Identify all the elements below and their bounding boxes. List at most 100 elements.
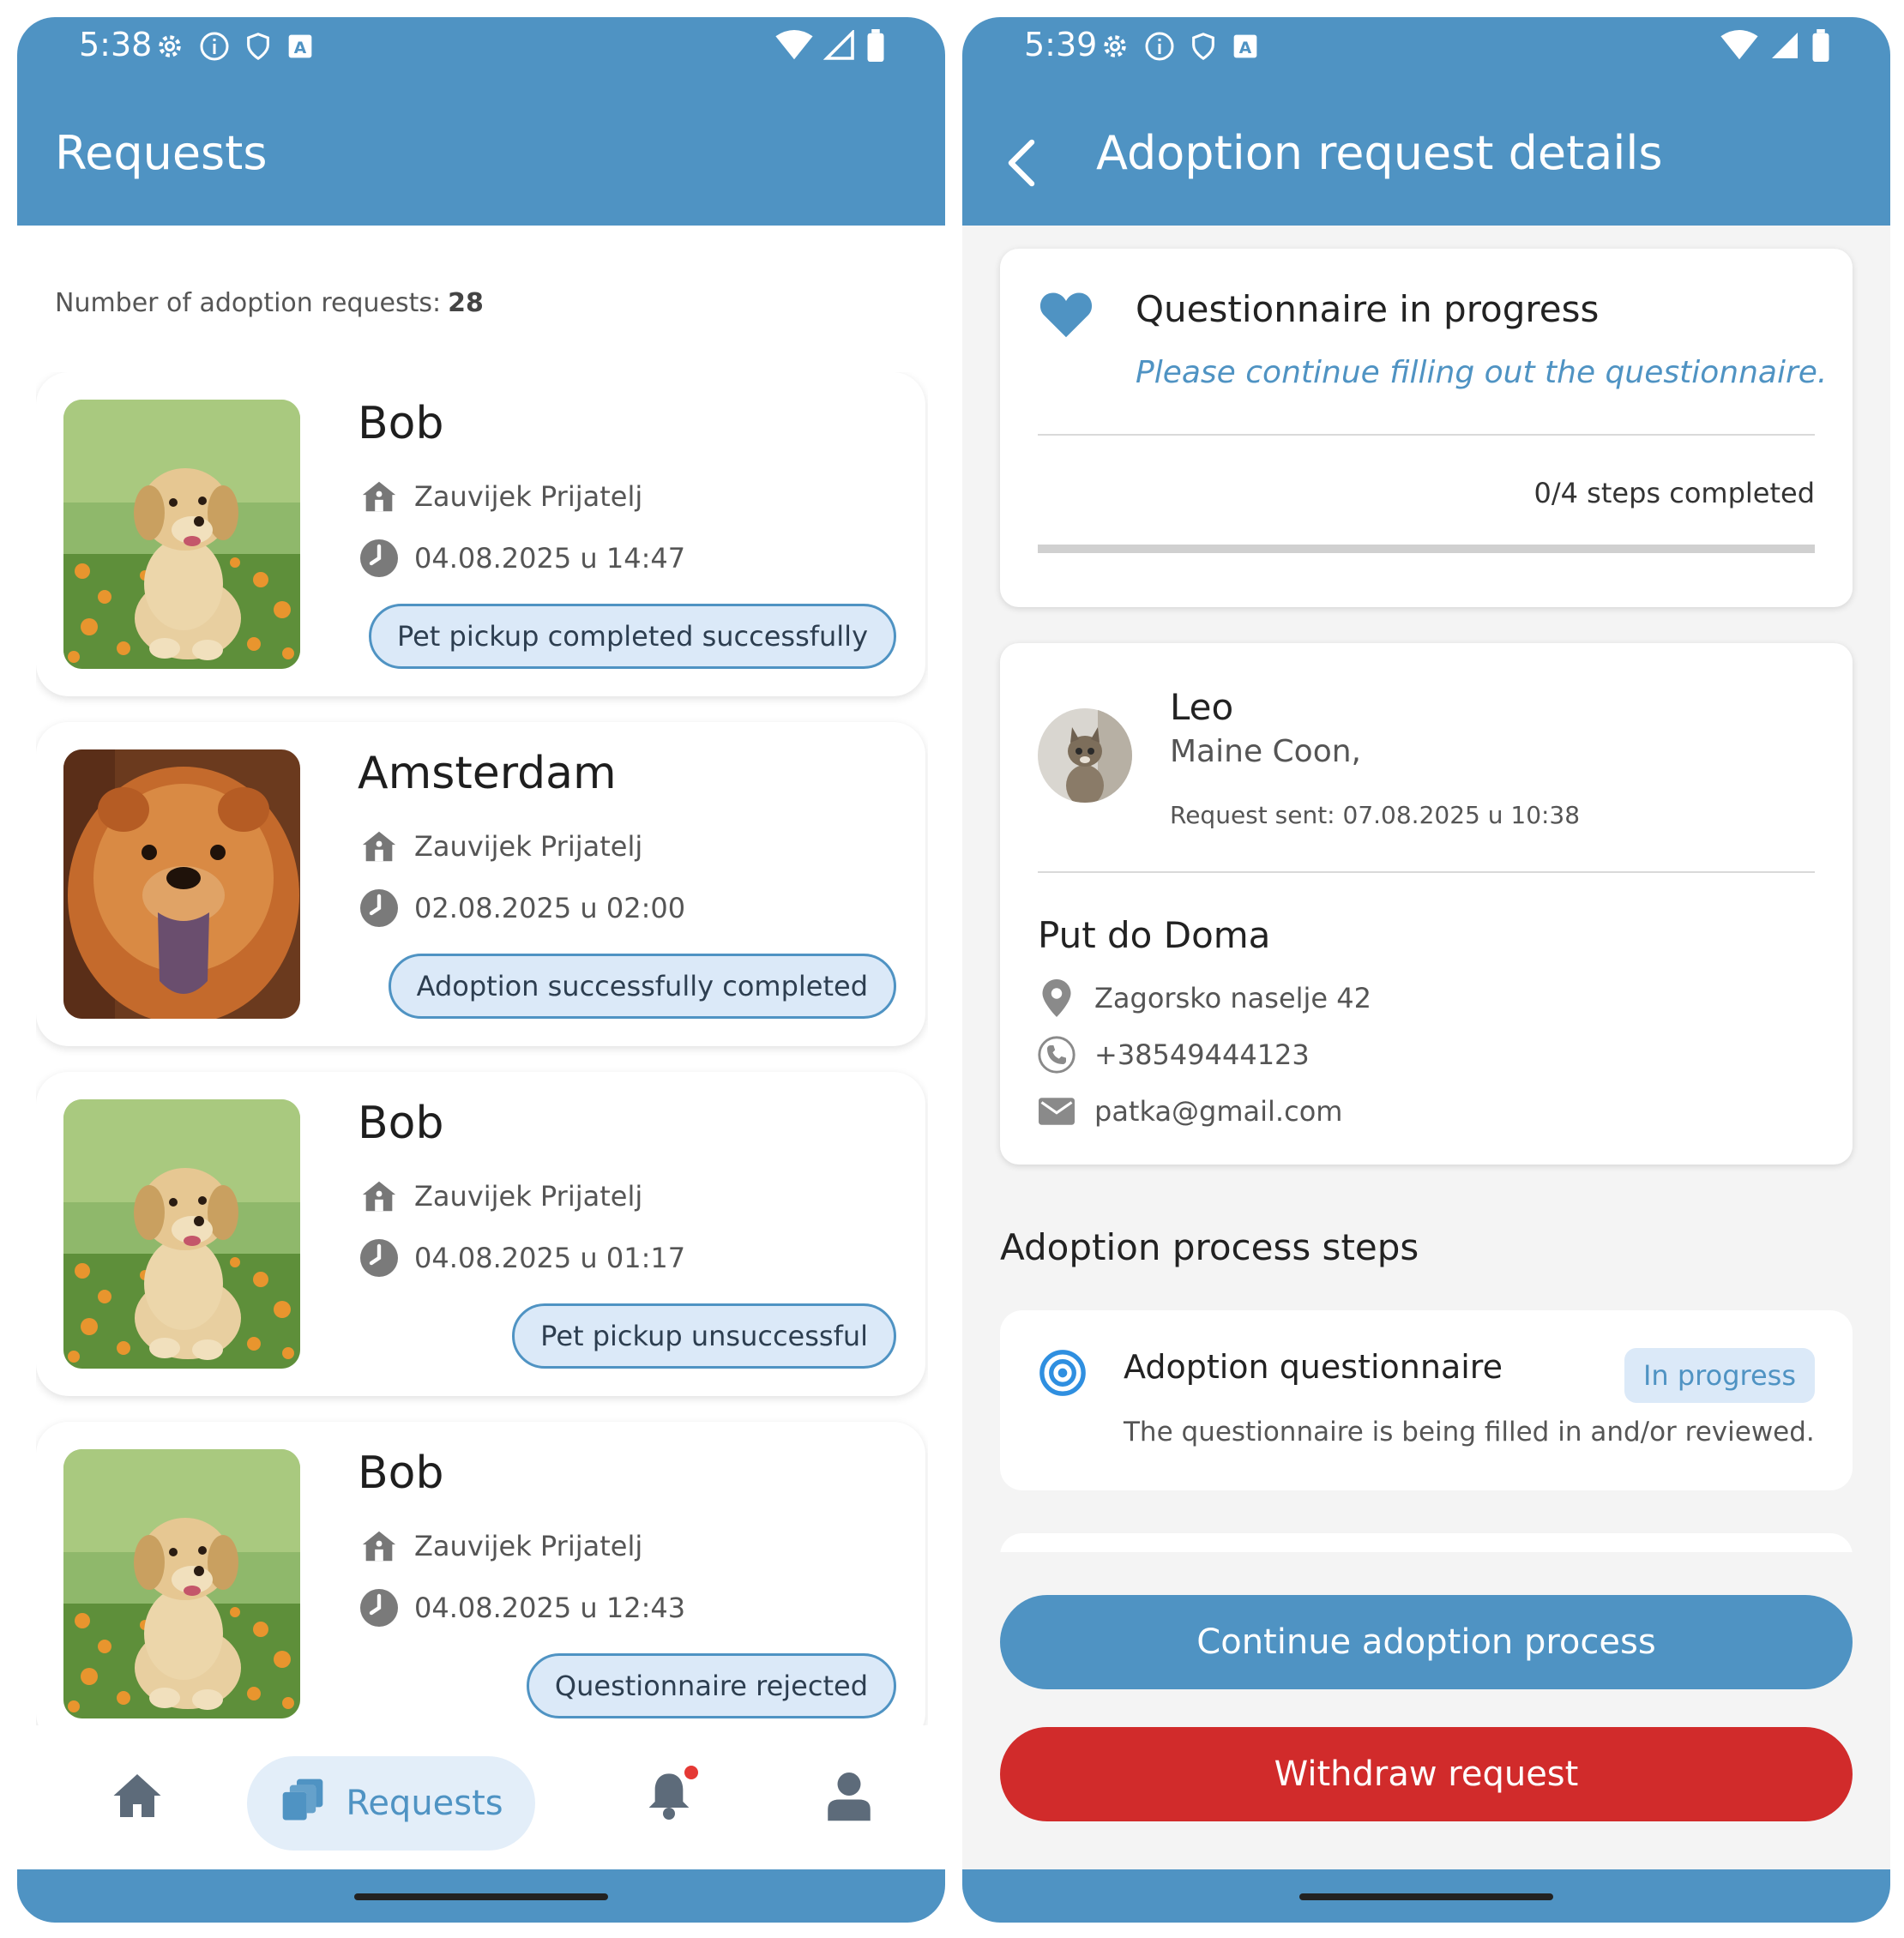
pet-shelter-card: Leo Maine Coon, Request sent: 07.08.2025… <box>1000 643 1853 1165</box>
date-row: 04.08.2025 u 01:17 <box>358 1237 685 1279</box>
step-status-badge: In progress <box>1624 1348 1815 1403</box>
step-description: The questionnaire is being filled in and… <box>1124 1417 1815 1447</box>
pet-name: Bob <box>358 398 444 449</box>
info-icon <box>199 31 230 65</box>
shelter-name: Zauvijek Prijatelj <box>414 1180 643 1213</box>
shelter-name: Zauvijek Prijatelj <box>414 1530 643 1562</box>
svg-text:A: A <box>294 39 307 57</box>
request-card[interactable]: Bob Zauvijek Prijatelj 04.08.2025 u 14:4… <box>36 372 925 696</box>
shelter-row: Zauvijek Prijatelj <box>358 1525 642 1568</box>
page-title: Adoption request details <box>1096 126 1663 180</box>
app-bar: Requests <box>17 90 945 226</box>
settings-icon <box>1100 31 1130 65</box>
pet-photo <box>63 1449 300 1718</box>
request-count-label: Number of adoption requests: <box>55 288 442 318</box>
shelter-house-icon <box>358 1525 401 1568</box>
settings-icon <box>154 31 185 65</box>
pet-name: Leo <box>1170 686 1234 728</box>
shelter-name: Zauvijek Prijatelj <box>414 830 643 863</box>
request-date: 02.08.2025 u 02:00 <box>414 892 686 924</box>
page-title: Requests <box>55 126 268 180</box>
shelter-row: Zauvijek Prijatelj <box>358 825 642 868</box>
battery-icon <box>866 29 885 65</box>
back-arrow-icon[interactable] <box>1007 138 1036 191</box>
request-count-value: 28 <box>448 288 484 318</box>
shelter-address-row: Zagorsko naselje 42 <box>1038 979 1371 1017</box>
clock-icon <box>358 1586 401 1629</box>
request-list[interactable]: Bob Zauvijek Prijatelj 04.08.2025 u 14:4… <box>36 372 928 1740</box>
withdraw-request-button[interactable]: Withdraw request <box>1000 1727 1853 1821</box>
step-title: Adoption questionnaire <box>1124 1348 1503 1386</box>
shelter-phone-row[interactable]: +38549444123 <box>1038 1036 1310 1074</box>
questionnaire-subtitle: Please continue filling out the question… <box>1136 355 1828 390</box>
shelter-email: patka@gmail.com <box>1094 1095 1343 1128</box>
shelter-house-icon <box>358 475 401 518</box>
shelter-address: Zagorsko naselje 42 <box>1094 982 1371 1014</box>
shelter-row: Zauvijek Prijatelj <box>358 475 642 518</box>
person-icon <box>826 1770 872 1825</box>
pet-name: Amsterdam <box>358 748 617 799</box>
clock-icon <box>358 537 401 580</box>
wifi-icon <box>775 30 813 64</box>
wifi-icon <box>1720 30 1758 64</box>
status-time: 5:38 <box>79 26 153 63</box>
status-badge: Adoption successfully completed <box>388 954 896 1019</box>
signal-icon <box>1768 30 1801 64</box>
battery-icon <box>1811 29 1830 65</box>
nav-home[interactable] <box>94 1725 180 1869</box>
svg-text:A: A <box>1239 39 1252 57</box>
keyboard-a-icon: A <box>286 33 314 63</box>
nav-profile[interactable] <box>798 1725 901 1869</box>
request-sent-date: Request sent: 07.08.2025 u 10:38 <box>1170 801 1581 829</box>
request-card[interactable]: Amsterdam Zauvijek Prijatelj 02.08.2025 … <box>36 722 925 1046</box>
continue-adoption-button[interactable]: Continue adoption process <box>1000 1595 1853 1689</box>
app-bar: Adoption request details <box>962 90 1890 226</box>
status-badge: Questionnaire rejected <box>526 1653 896 1718</box>
location-pin-icon <box>1038 979 1076 1017</box>
clock-icon <box>358 887 401 930</box>
radio-active-icon <box>1038 1348 1088 1401</box>
request-card[interactable]: Bob Zauvijek Prijatelj 04.08.2025 u 01:1… <box>36 1072 925 1396</box>
step-card[interactable]: Adoption questionnaire In progress The q… <box>1000 1310 1853 1490</box>
steps-completed: 0/4 steps completed <box>1533 477 1815 509</box>
shelter-email-row[interactable]: patka@gmail.com <box>1038 1092 1342 1130</box>
nav-requests[interactable]: Requests <box>247 1756 535 1851</box>
heart-icon <box>1038 288 1094 343</box>
status-time: 5:39 <box>1024 26 1098 63</box>
shelter-row: Zauvijek Prijatelj <box>358 1175 642 1218</box>
gesture-bar <box>17 1869 945 1923</box>
nav-notifications[interactable] <box>618 1725 720 1869</box>
shelter-name: Zauvijek Prijatelj <box>414 480 643 513</box>
status-bar: 5:39 A <box>962 17 1890 90</box>
request-date: 04.08.2025 u 01:17 <box>414 1242 686 1274</box>
date-row: 04.08.2025 u 14:47 <box>358 537 685 580</box>
keyboard-a-icon: A <box>1232 33 1259 63</box>
requests-screen: 5:38 A Requests Number of adoption reque… <box>17 17 945 1923</box>
shelter-house-icon <box>358 1175 401 1218</box>
progress-bar <box>1038 545 1815 553</box>
pet-photo <box>63 400 300 669</box>
requests-stack-icon <box>279 1774 327 1833</box>
status-badge: Pet pickup unsuccessful <box>512 1303 896 1369</box>
shield-icon <box>244 31 273 65</box>
shelter-phone: +38549444123 <box>1094 1038 1310 1071</box>
status-bar: 5:38 A <box>17 17 945 90</box>
bell-icon <box>645 1766 698 1826</box>
shield-icon <box>1189 31 1218 65</box>
pet-name: Bob <box>358 1098 444 1149</box>
nav-requests-label: Requests <box>346 1784 503 1823</box>
request-details-screen: 5:39 A Adoption request details Question… <box>962 17 1890 1923</box>
home-handle[interactable] <box>1299 1893 1553 1900</box>
shelter-name: Put do Doma <box>1038 914 1271 956</box>
home-handle[interactable] <box>354 1893 608 1900</box>
request-card[interactable]: Bob Zauvijek Prijatelj 04.08.2025 u 12:4… <box>36 1422 925 1740</box>
questionnaire-title: Questionnaire in progress <box>1136 288 1600 330</box>
clock-icon <box>358 1237 401 1279</box>
questionnaire-card: Questionnaire in progress Please continu… <box>1000 249 1853 607</box>
request-date: 04.08.2025 u 12:43 <box>414 1592 686 1624</box>
mail-icon <box>1038 1092 1076 1130</box>
divider <box>1038 871 1815 873</box>
pet-photo <box>63 749 300 1019</box>
status-badge: Pet pickup completed successfully <box>368 604 896 669</box>
pet-breed: Maine Coon, <box>1170 734 1361 769</box>
